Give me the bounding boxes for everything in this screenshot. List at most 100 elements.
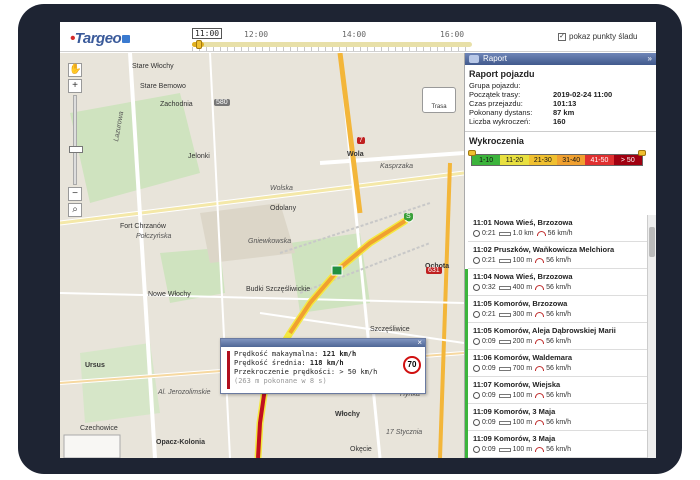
report-panel: Raport » Raport pojazdu Grupa pojazdu: P… (464, 53, 656, 458)
speedometer-icon (535, 447, 545, 452)
map-label: Wolska (270, 185, 293, 192)
violation-speed: 56 km/h (546, 392, 571, 399)
popup-note: (263 m pokonane w 8 s) (234, 377, 327, 385)
violation-title: 11:07 Komorów, Wiejska (473, 380, 561, 389)
report-field: Czas przejazdu: 101:13 (469, 99, 577, 108)
map-label: Gniewkowska (248, 238, 292, 245)
show-points-checkbox[interactable]: ✓ (558, 32, 566, 41)
legend-handle-right[interactable] (638, 150, 646, 156)
violation-item[interactable]: 11:01 Nowa Wieś, Brzozowa 0:21 1.0 km 56 km… (465, 215, 647, 242)
violation-title: 11:05 Komorów, Aleja Dąbrowskiej Marii (473, 326, 616, 335)
speedometer-icon (535, 393, 545, 398)
speedometer-icon (535, 312, 545, 317)
violation-time: 0:21 (482, 230, 496, 237)
violation-time: 0:09 (482, 338, 496, 345)
report-field: Liczba wykroczeń: 160 (469, 117, 566, 126)
avg-speed-value: 118 km/h (309, 359, 344, 367)
route-start-marker[interactable]: S (404, 213, 413, 220)
violations-title: Wykroczenia (465, 131, 656, 148)
collapse-icon[interactable]: » (648, 53, 652, 65)
close-icon[interactable]: × (417, 338, 422, 347)
violations-list[interactable]: 11:01 Nowa Wieś, Brzozowa 0:21 1.0 km 56 km… (465, 215, 647, 458)
zoom-out-button[interactable]: − (68, 187, 82, 201)
map-label: Budki Szczęśliwickie (246, 286, 311, 293)
violation-item[interactable]: 11:02 Pruszków, Waňkowicza Melchiora 0:21… (465, 242, 647, 269)
ruler-icon (498, 420, 511, 425)
severity-bar (465, 431, 468, 458)
max-speed-value: 121 km/h (322, 350, 357, 358)
violation-meta: 0:09 100 m 56 km/h (473, 392, 647, 399)
targeo-logo: •Targeo (70, 30, 131, 47)
legend-handle-left[interactable] (468, 150, 476, 156)
violation-distance: 100 m (512, 446, 533, 453)
violation-item[interactable]: 11:09 Komorów, 3 Maja 0:09 100 m 56 km/h (465, 431, 647, 458)
road-number-badge: 7 (357, 137, 365, 144)
violation-time: 0:09 (482, 392, 496, 399)
map-label: Stare Bemowo (140, 83, 186, 90)
violation-meta: 0:21 1.0 km 56 km/h (473, 230, 647, 237)
legend-segment: 11-20 (500, 155, 529, 165)
map-label: Nowe Włochy (148, 291, 191, 298)
violation-item[interactable]: 11:05 Komorów, Aleja Dąbrowskiej Marii 0:… (465, 323, 647, 350)
timeline-label: 16:00 (440, 30, 465, 39)
zoom-slider[interactable] (69, 95, 83, 185)
show-points-toggle[interactable]: ✓ pokaz punkty śladu (558, 32, 638, 41)
violation-item[interactable]: 11:06 Komorów, Waldemara 0:09 700 m 56 km/h (465, 350, 647, 377)
violation-meta: 0:09 100 m 56 km/h (473, 446, 647, 453)
timeline-handle[interactable] (196, 40, 202, 49)
report-icon (469, 55, 479, 63)
map-label: Kasprzaka (380, 163, 414, 170)
speed-limit-sign: 70 (403, 356, 421, 374)
violation-time: 0:32 (482, 284, 496, 291)
avg-speed-label: Prędkość średnia: (234, 359, 306, 367)
violation-speed: 56 km/h (546, 419, 571, 426)
ruler-icon (498, 285, 511, 290)
clock-icon (473, 365, 480, 372)
violation-meta: 0:09 200 m 56 km/h (473, 338, 647, 345)
scroll-thumb[interactable] (649, 227, 655, 257)
severity-bar (465, 377, 468, 404)
excess-label: Przekroczenie prędkości: (234, 368, 336, 376)
timeline-ticks (192, 47, 472, 51)
excess-value: > 50 km/h (339, 368, 378, 376)
magnifier-icon[interactable]: ⌕ (68, 203, 82, 217)
violation-distance: 200 m (512, 338, 533, 345)
speedometer-icon (535, 258, 545, 263)
violation-speed: 56 km/h (546, 338, 571, 345)
map-label: Jelonki (188, 153, 210, 160)
violation-speed: 56 km/h (546, 311, 571, 318)
violation-distance: 700 m (512, 365, 533, 372)
route-button[interactable]: Trasa (422, 87, 456, 113)
violation-meta: 0:21 100 m 56 km/h (473, 257, 647, 264)
ruler-icon (498, 366, 511, 371)
report-field: Pokonany dystans: 87 km (469, 108, 575, 117)
violation-meta: 0:09 700 m 56 km/h (473, 365, 647, 372)
violation-item[interactable]: 11:04 Nowa Wieś, Brzozowa 0:32 400 m 56 km/… (465, 269, 647, 296)
clock-icon (473, 230, 480, 237)
violation-time: 0:09 (482, 365, 496, 372)
speed-legend[interactable]: 1-10 11-20 21-30 31-40 41-50 > 50 (468, 150, 646, 166)
map-label: Okęcie (350, 446, 372, 453)
violation-distance: 100 m (512, 419, 533, 426)
severity-bar (465, 404, 468, 431)
timeline-label: 12:00 (244, 30, 269, 39)
clock-icon (473, 446, 480, 453)
violation-title: 11:01 Nowa Wieś, Brzozowa (473, 218, 573, 227)
pan-hand-icon[interactable]: ✋ (68, 63, 82, 77)
map-view[interactable]: ✋ + − ⌕ Stare Włochy Wola Ochota Kasprza… (60, 53, 464, 458)
violation-item[interactable]: 11:09 Komorów, 3 Maja 0:09 100 m 56 km/h (465, 404, 647, 431)
violation-time: 0:09 (482, 419, 496, 426)
violation-item[interactable]: 11:05 Komorów, Brzozowa 0:21 300 m 56 km/h (465, 296, 647, 323)
map-label: Al. Jerozolimskie (158, 389, 211, 396)
map-label: Włochy (335, 411, 360, 418)
timeline-label-current: 11:00 (192, 28, 223, 39)
zoom-in-button[interactable]: + (68, 79, 82, 93)
violation-speed: 56 km/h (546, 284, 571, 291)
violation-meta: 0:32 400 m 56 km/h (473, 284, 647, 291)
violation-distance: 100 m (512, 257, 533, 264)
popup-header: × (221, 338, 425, 347)
violation-item[interactable]: 11:07 Komorów, Wiejska 0:09 100 m 56 km/h (465, 377, 647, 404)
ruler-icon (498, 312, 511, 317)
map-controls: ✋ + − ⌕ (68, 63, 83, 219)
violations-scrollbar[interactable] (647, 215, 656, 458)
